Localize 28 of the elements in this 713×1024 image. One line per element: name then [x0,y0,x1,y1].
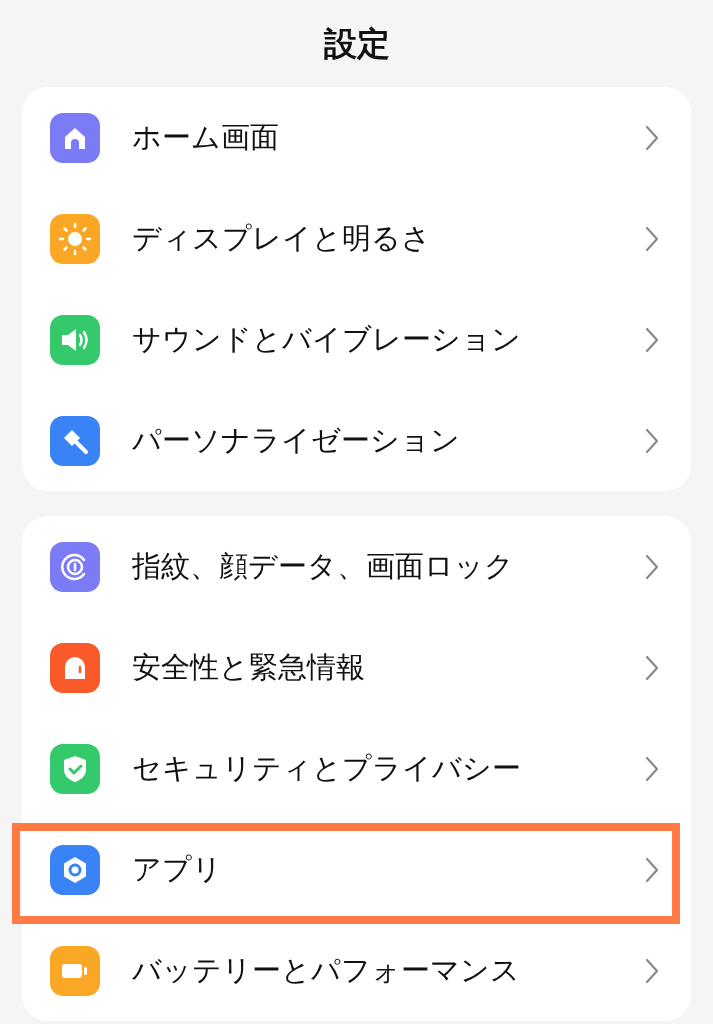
chevron-icon [645,124,659,151]
settings-item[interactable]: パーソナライゼーション [22,390,691,491]
chevron-icon [645,225,659,252]
chevron-icon [645,654,659,681]
item-label: ホーム画面 [132,118,280,156]
item-label: アプリ [132,850,223,888]
settings-item[interactable]: サウンドとバイブレーション [22,289,691,390]
page-title: 設定 [323,23,390,65]
chevron-icon [645,427,659,454]
settings-item[interactable]: 指紋、顔データ、画面ロック [22,516,691,617]
settings-item[interactable]: 安全性と緊急情報 [22,617,691,718]
item-label: 指紋、顔データ、画面ロック [132,547,515,585]
item-label: パーソナライゼーション [132,421,461,459]
item-label: ディスプレイと明るさ [132,219,432,257]
settings-item[interactable]: バッテリーとパフォーマンス [22,920,691,1021]
item-label: 安全性と緊急情報 [132,648,366,686]
chevron-icon [645,856,659,883]
chevron-icon [645,326,659,353]
chevron-icon [645,957,659,984]
item-label: サウンドとバイブレーション [132,320,522,358]
chevron-icon [645,755,659,782]
settings-item[interactable]: アプリ [22,819,691,920]
settings-item[interactable]: ディスプレイと明るさ [22,188,691,289]
chevron-icon [645,553,659,580]
settings-item[interactable]: セキュリティとプライバシー [22,718,691,819]
settings-item[interactable]: ホーム画面 [22,87,691,188]
item-label: バッテリーとパフォーマンス [132,951,521,989]
item-label: セキュリティとプライバシー [132,749,522,787]
